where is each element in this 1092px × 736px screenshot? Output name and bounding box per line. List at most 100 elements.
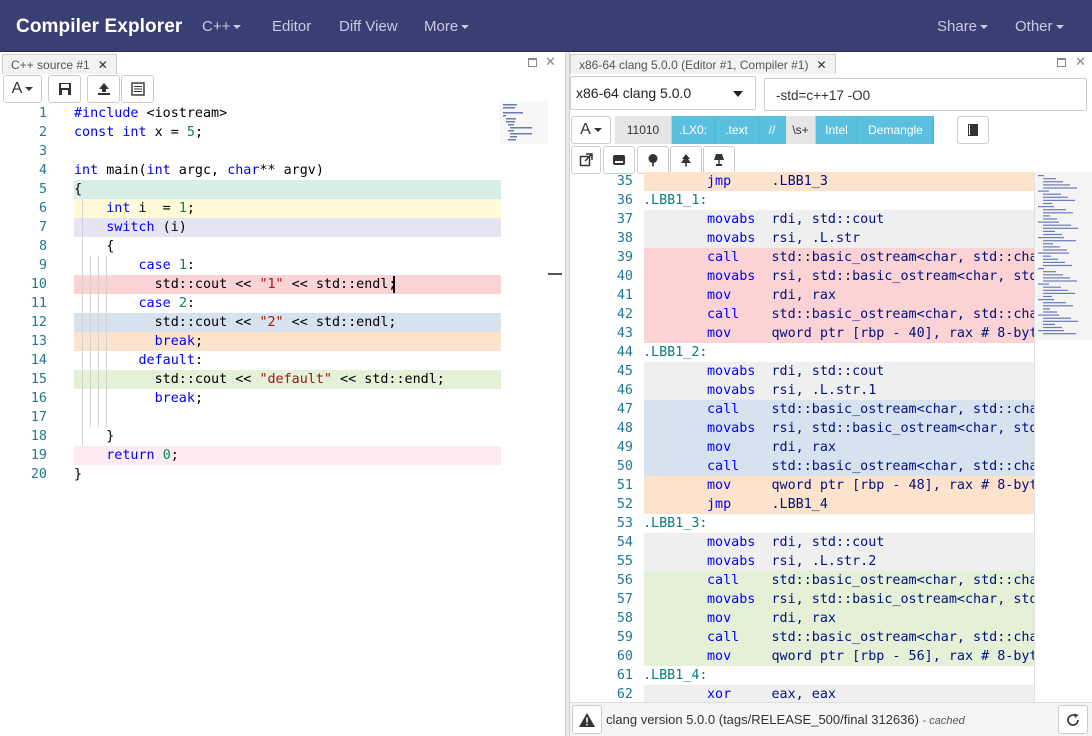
source-editor[interactable]: 1 #include <iostream> 2 const int x = 5; 3 4 i… [0, 104, 565, 736]
minimap-preview [1035, 172, 1092, 340]
output-pane-button[interactable] [603, 146, 635, 174]
recompile-button[interactable] [1058, 705, 1088, 734]
close-icon[interactable]: ✕ [816, 58, 826, 72]
minimap-line [1043, 187, 1077, 189]
asm-line-number: 51 [616, 478, 633, 493]
filter-toggle-2[interactable]: .text [715, 116, 759, 144]
asm-line-number: 60 [616, 649, 633, 664]
font-size-button[interactable]: A [3, 75, 42, 103]
asm-line: jmp .LBB1_4 [707, 497, 828, 512]
copy-asm-button[interactable] [957, 116, 989, 144]
asm-line: mov qword ptr [rbp - 40], rax # 8-byt [707, 326, 1034, 341]
asm-line: .LBB1_3: [643, 516, 708, 531]
indent-guide [90, 256, 91, 427]
minimap-line [1043, 308, 1050, 310]
nav-share-dropdown[interactable]: Share [937, 18, 989, 35]
source-line: switch (i) [106, 220, 187, 235]
gcc-tree-button[interactable] [670, 146, 702, 174]
assembly-output[interactable]: 35 jmp .LBB1_3 36 .LBB1_1: 37 movabs rdi, std… [570, 172, 1034, 702]
nav-more-dropdown[interactable]: More [424, 18, 470, 35]
filter-toggle-4[interactable]: \s+ [786, 116, 816, 144]
minimap-line [1043, 255, 1051, 257]
opt-view-button[interactable] [703, 146, 735, 174]
nav-editor[interactable]: Editor [272, 18, 311, 35]
tab-compiler-output[interactable]: x86-64 clang 5.0.0 (Editor #1, Compiler … [570, 54, 836, 74]
maximize-icon[interactable] [528, 56, 537, 70]
indent-guide [98, 256, 99, 427]
dropdown-arrow-icon [733, 91, 743, 97]
minimap-line [1043, 326, 1062, 329]
filter-toggle-1[interactable]: .LX0: [672, 116, 715, 144]
indent-guide [106, 256, 107, 427]
filter-toggle-6[interactable]: Demangle [858, 116, 934, 144]
line-number: 4 [38, 163, 47, 178]
filter-toggle-5[interactable]: Intel [816, 116, 858, 144]
floppy-disk-icon [58, 83, 71, 95]
minimap-line [1043, 199, 1075, 201]
nav-language-dropdown[interactable]: C++ [202, 18, 242, 35]
asm-line: .LBB1_1: [643, 193, 708, 208]
minimap-line [1043, 249, 1067, 251]
line-number: 1 [38, 106, 47, 121]
asm-line: jmp .LBB1_3 [707, 174, 828, 189]
maximize-icon[interactable] [1057, 56, 1066, 70]
line-number: 16 [30, 391, 47, 406]
asm-line-number: 39 [616, 250, 633, 265]
close-pane-icon[interactable]: ✕ [545, 54, 556, 70]
asm-line: movabs rsi, std::basic_ostream<char, std [707, 269, 1034, 284]
asm-line-number: 35 [616, 174, 633, 189]
ast-view-button[interactable] [637, 146, 669, 174]
close-icon[interactable]: ✕ [98, 58, 108, 72]
open-new-window-button[interactable] [571, 146, 601, 174]
source-minimap[interactable] [500, 102, 548, 144]
filter-toggle-0[interactable]: 11010 [615, 116, 672, 144]
asm-line-number: 37 [616, 212, 633, 227]
asm-line-number: 42 [616, 307, 633, 322]
minimap-line [1043, 218, 1057, 220]
minimap-line [1038, 299, 1054, 301]
tab-cpp-source[interactable]: C++ source #1 ✕ [2, 54, 117, 74]
line-number: 3 [38, 144, 47, 159]
asm-line: mov qword ptr [rbp - 48], rax # 8-byt [707, 478, 1034, 493]
compiler-options-value: -std=c++17 -O0 [776, 88, 871, 103]
text-cursor [393, 276, 395, 293]
asm-line-number: 53 [616, 516, 633, 531]
line-number: 18 [30, 429, 47, 444]
asm-minimap[interactable] [1034, 172, 1092, 702]
warning-button[interactable] [572, 705, 602, 734]
compiler-status-bar: clang version 5.0.0 (tags/RELEASE_500/fi… [570, 702, 1092, 736]
source-line: int main(int argc, char** argv) [74, 163, 324, 178]
minimap-line [1038, 175, 1044, 177]
minimap-line [1043, 178, 1056, 180]
nav-other-dropdown[interactable]: Other [1015, 18, 1064, 35]
source-line: break; [154, 334, 203, 349]
minimap-line [1043, 196, 1068, 198]
source-line: const int x = 5; [74, 125, 203, 140]
upload-button[interactable] [87, 75, 120, 103]
minimap-line [1043, 184, 1070, 186]
asm-line-number: 47 [616, 402, 633, 417]
view-list-button[interactable] [121, 75, 154, 103]
minimap-line [1043, 264, 1072, 267]
filter-toggle-3[interactable]: // [759, 116, 786, 144]
asm-line: call std::basic_ostream<char, std::cha [707, 573, 1034, 588]
save-button[interactable] [48, 75, 81, 103]
list-icon [130, 82, 145, 96]
line-number: 20 [30, 467, 47, 482]
brand-logo[interactable]: Compiler Explorer [16, 16, 182, 38]
minimap-preview [500, 102, 548, 144]
asm-line-number: 50 [616, 459, 633, 474]
minimap-line [1038, 252, 1069, 254]
external-link-icon [579, 153, 593, 167]
line-number: 12 [30, 315, 47, 330]
minimap-line [1038, 221, 1059, 223]
minimap-line [1043, 323, 1055, 325]
asm-line-highlight [644, 495, 1034, 514]
close-pane-icon[interactable]: ✕ [1075, 54, 1086, 70]
asm-line-number: 52 [616, 497, 633, 512]
compiler-options-input[interactable]: -std=c++17 -O0 [764, 78, 1087, 111]
nav-diff-view[interactable]: Diff View [339, 18, 398, 35]
minimap-line [1043, 181, 1063, 183]
compiler-select[interactable]: x86-64 clang 5.0.0 [570, 76, 756, 110]
asm-font-size-button[interactable]: A [571, 116, 611, 144]
